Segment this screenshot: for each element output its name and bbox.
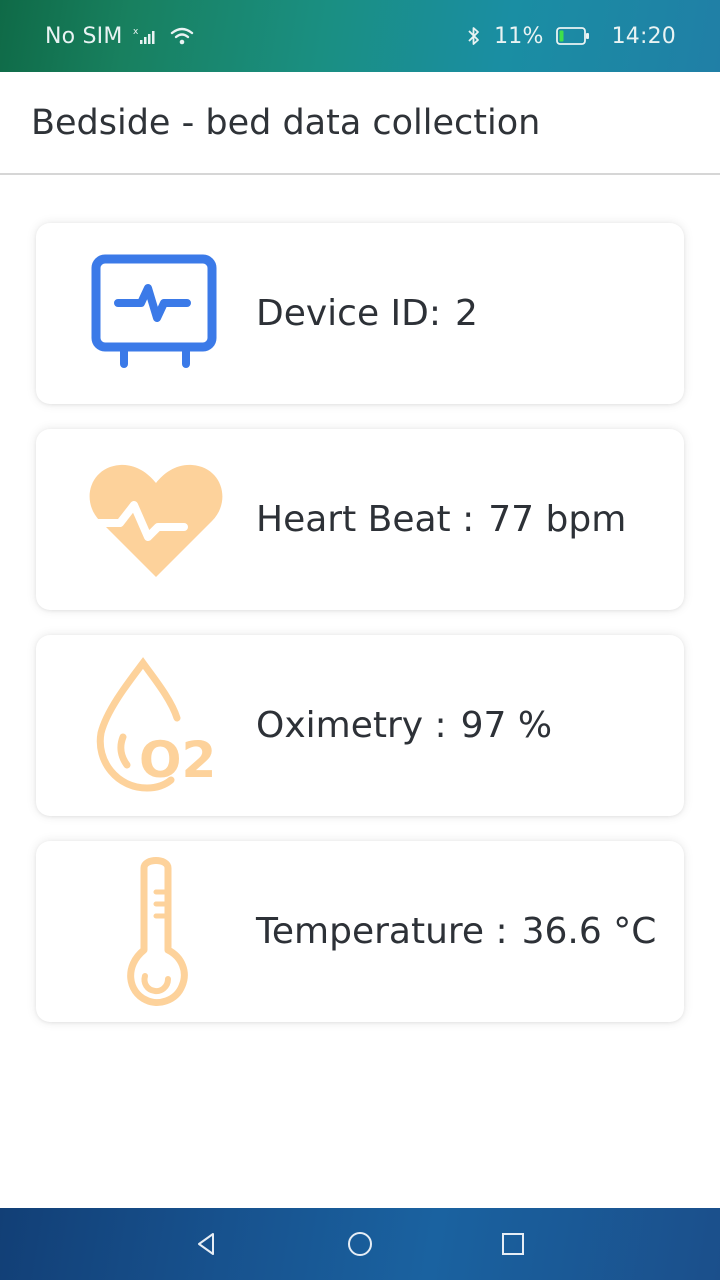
oxygen-drop-icon: O2 <box>86 655 226 795</box>
back-icon <box>198 1233 214 1255</box>
oximetry-label: Oximetry : <box>256 705 447 746</box>
home-icon <box>348 1232 372 1256</box>
heart-beat-value: 77 bpm <box>488 499 627 540</box>
temperature-label: Temperature : <box>256 911 508 952</box>
battery-icon <box>555 26 590 46</box>
signal-icon: x <box>133 26 159 46</box>
temperature-value: 36.6 °C <box>521 911 657 952</box>
recents-button[interactable] <box>477 1208 549 1280</box>
thermometer-icon <box>86 856 226 1006</box>
app-header: Bedside - bed data collection <box>0 72 720 175</box>
oximetry-value: 97 % <box>460 705 553 746</box>
heart-icon <box>86 449 226 589</box>
recents-icon <box>502 1233 524 1255</box>
svg-text:O2: O2 <box>139 731 216 789</box>
back-button[interactable] <box>170 1208 242 1280</box>
clock: 14:20 <box>611 23 676 49</box>
navigation-bar <box>0 1208 720 1280</box>
carrier-text: No SIM <box>45 23 123 49</box>
heart-beat-card: Heart Beat : 77 bpm <box>36 429 684 610</box>
battery-percent: 11% <box>494 23 544 49</box>
bluetooth-icon <box>466 25 482 47</box>
heart-beat-label: Heart Beat : <box>256 499 475 540</box>
page-title: Bedside - bed data collection <box>31 102 541 143</box>
vitals-list: Device ID: 2 Heart Beat : 77 bpm O2 Oxim… <box>36 223 684 1047</box>
device-id-label: Device ID: <box>256 293 442 334</box>
svg-text:x: x <box>133 27 139 37</box>
device-id-value: 2 <box>455 293 478 334</box>
status-bar: No SIM x 11% 14:20 <box>0 0 720 72</box>
wifi-icon <box>169 26 195 46</box>
monitor-pulse-icon <box>86 243 226 383</box>
temperature-card: Temperature : 36.6 °C <box>36 841 684 1022</box>
device-id-card: Device ID: 2 <box>36 223 684 404</box>
oximetry-card: O2 Oximetry : 97 % <box>36 635 684 816</box>
home-button[interactable] <box>324 1208 396 1280</box>
